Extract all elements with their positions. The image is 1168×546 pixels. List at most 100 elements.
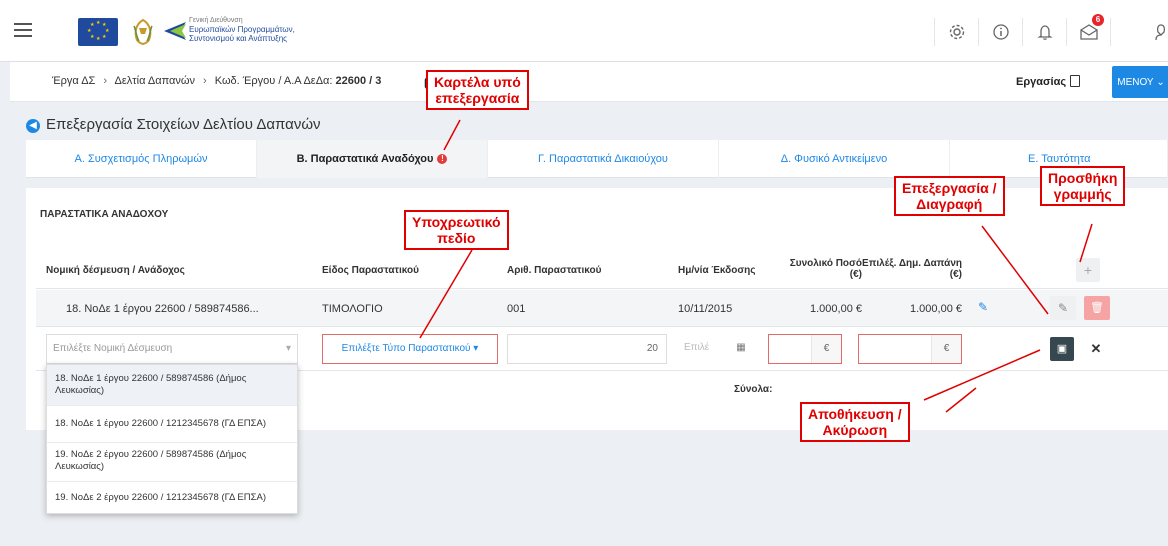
char-counter: 20 bbox=[646, 343, 658, 354]
breadcrumb-separator: › bbox=[103, 75, 108, 87]
delete-row-button[interactable]: 🗑 bbox=[1084, 296, 1110, 320]
chevron-down-icon: ▾ bbox=[285, 343, 291, 354]
issue-date-input[interactable]: Επιλέ ▦ bbox=[678, 334, 754, 364]
dropdown-option[interactable]: 19. ΝοΔε 2 έργου 22600 / 1212345678 (ΓΔ … bbox=[47, 482, 297, 514]
doc-type-select[interactable]: Επιλέξτε Τύπο Παραστατικού ▾ bbox=[322, 334, 498, 364]
settings-button[interactable] bbox=[934, 18, 978, 46]
document-icon bbox=[1070, 75, 1081, 87]
commitment-dropdown: 18. ΝοΔε 1 έργου 22600 / 589874586 (Δήμο… bbox=[46, 364, 298, 514]
logo-line-3: Συντονισμού και Ανάπτυξης bbox=[189, 34, 288, 43]
annotation-text: Αποθήκευση / bbox=[808, 406, 902, 422]
panel-title: ΠΑΡΑΣΤΑΤΙΚΑ ΑΝΑΔΟΧΟΥ bbox=[40, 209, 169, 220]
annotation-save-cancel: Αποθήκευση / Ακύρωση bbox=[800, 402, 910, 442]
menu-icon[interactable] bbox=[14, 23, 32, 37]
tab-label: Γ. Παραστατικά Δικαιούχου bbox=[538, 153, 668, 165]
total-amount-input[interactable]: € bbox=[768, 334, 842, 364]
notifications-button[interactable] bbox=[1022, 18, 1066, 46]
close-icon: ✕ bbox=[1090, 341, 1102, 356]
logo-line-1: Γενική Διεύθυνση bbox=[189, 17, 243, 24]
user-icon bbox=[1155, 24, 1166, 41]
annotation-text: Υποχρεωτικό bbox=[412, 214, 501, 230]
breadcrumb-project-code-value: 22600 / 3 bbox=[335, 75, 382, 87]
tab-contractor-documents[interactable]: Β. Παραστατικά Αναδόχου! bbox=[257, 140, 488, 178]
breadcrumb-separator: › bbox=[203, 75, 207, 87]
info-icon bbox=[992, 24, 1009, 40]
annotation-text: Προσθήκη bbox=[1048, 170, 1118, 186]
doc-type-select-placeholder: Επιλέξτε Τύπο Παραστατικού bbox=[341, 343, 471, 354]
annotation-add-row: Προσθήκη γραμμής bbox=[1040, 166, 1126, 206]
annotation-text: πεδίο bbox=[437, 230, 476, 246]
paperclip-icon[interactable]: ✎ bbox=[978, 300, 988, 314]
cancel-row-button[interactable]: ✕ bbox=[1084, 337, 1108, 361]
error-icon: ! bbox=[437, 154, 448, 164]
tab-beneficiary-documents[interactable]: Γ. Παραστατικά Δικαιούχου bbox=[488, 140, 719, 178]
edit-row-button[interactable]: ✎ bbox=[1050, 296, 1076, 320]
breadcrumb-expense-reports[interactable]: Δελτία Δαπανών bbox=[115, 75, 195, 87]
pencil-icon: ✎ bbox=[1057, 301, 1069, 315]
calendar-icon[interactable]: ▦ bbox=[728, 334, 754, 362]
gear-icon bbox=[949, 24, 964, 40]
tasks-button[interactable]: Εργασίας bbox=[1016, 75, 1081, 88]
row-issue-date: 10/11/2015 bbox=[678, 303, 733, 315]
column-header-issue-date: Ημ/νία Έκδοσης bbox=[678, 265, 756, 276]
plus-icon: + bbox=[1083, 262, 1093, 278]
row-eligible: 1.000,00 € bbox=[910, 303, 962, 315]
dropdown-option[interactable]: 19. ΝοΔε 2 έργου 22600 / 589874586 (Δήμο… bbox=[47, 443, 297, 481]
directorate-name: Γενική Διεύθυνση Ευρωπαϊκών Προγραμμάτων… bbox=[189, 16, 295, 43]
row-divider bbox=[36, 326, 1168, 327]
annotation-text: Επεξεργασία / bbox=[902, 180, 997, 196]
top-bar: ★ ★ ★ ★ ★ ★ ★ ★ Γενική Διεύθυνση Ευρωπαϊκών Π… bbox=[0, 0, 1168, 62]
dropdown-option[interactable]: 18. ΝοΔε 1 έργου 22600 / 589874586 (Δήμο… bbox=[47, 365, 297, 405]
doc-number-input[interactable]: 20 bbox=[507, 334, 667, 364]
save-row-button[interactable]: ▣ bbox=[1050, 337, 1074, 361]
annotation-text: Καρτέλα υπό bbox=[434, 74, 521, 90]
row-commitment: 18. ΝοΔε 1 έργου 22600 / 589874586... bbox=[66, 303, 259, 315]
caret-down-icon: ▾ bbox=[473, 343, 479, 354]
breadcrumb-project-code-label: Κωδ. Έργου / Α.Α ΔεΔα: bbox=[214, 75, 333, 87]
page-title-text: Επεξεργασία Στοιχείων Δελτίου Δαπανών bbox=[46, 116, 321, 133]
dropdown-option-line1: 18. ΝοΔε 1 έργου 22600 / 1212345678 (ΓΔ … bbox=[55, 418, 267, 429]
issue-date-placeholder: Επιλέ bbox=[684, 342, 710, 353]
tasks-label: Εργασίας bbox=[1016, 76, 1067, 88]
tab-physical-object[interactable]: Δ. Φυσικό Αντικείμενο bbox=[719, 140, 950, 178]
column-header-doc-type: Είδος Παραστατικού bbox=[322, 265, 419, 276]
commitment-select[interactable]: Επιλέξτε Νομική Δέσμευση ▾ bbox=[46, 334, 298, 364]
eu-flag-logo: ★ ★ ★ ★ ★ ★ ★ ★ bbox=[78, 18, 118, 46]
annotation-text: επεξεργασία bbox=[435, 90, 520, 106]
info-button[interactable] bbox=[978, 18, 1022, 46]
annotation-edit-delete: Επεξεργασία / Διαγραφή bbox=[894, 176, 1005, 216]
trash-icon: 🗑 bbox=[1090, 302, 1104, 314]
column-header-commitment: Νομική δέσμευση / Ανάδοχος bbox=[46, 265, 185, 276]
cyprus-emblem-logo bbox=[133, 18, 153, 46]
dropdown-option-line1: 18. ΝοΔε 1 έργου 22600 / 589874586 (Δήμο… bbox=[55, 373, 247, 384]
messages-badge: 6 bbox=[1092, 14, 1104, 26]
dropdown-option-line1: 19. ΝοΔε 2 έργου 22600 / 1212345678 (ΓΔ … bbox=[55, 492, 267, 503]
floppy-disk-icon: ▣ bbox=[1056, 343, 1068, 355]
tab-payment-correlation[interactable]: Α. Συσχετισμός Πληρωμών bbox=[26, 140, 257, 178]
column-header-doc-number: Αριθ. Παραστατικού bbox=[507, 265, 602, 276]
menu-button[interactable]: ΜΕΝΟΥ ⌄ bbox=[1112, 66, 1168, 98]
user-button[interactable] bbox=[1110, 18, 1168, 46]
column-header-total-unit: (€) bbox=[849, 269, 862, 280]
column-header-total-line1: Συνολικό Ποσό bbox=[789, 258, 862, 269]
breadcrumb-projects[interactable]: Έργα ΔΣ bbox=[52, 75, 95, 87]
bell-icon bbox=[1036, 25, 1053, 40]
dropdown-option-line2: Λευκωσίας) bbox=[55, 385, 105, 396]
add-row-button[interactable]: + bbox=[1076, 258, 1100, 282]
breadcrumb: Έργα ΔΣ › Δελτία Δαπανών › Κωδ. Έργου / … bbox=[52, 75, 381, 87]
column-header-eligible-unit: (€) bbox=[949, 269, 962, 280]
logo-line-2: Ευρωπαϊκών Προγραμμάτων, bbox=[189, 25, 295, 34]
dropdown-option-line1: 19. ΝοΔε 2 έργου 22600 / 589874586 (Δήμο… bbox=[55, 449, 247, 460]
back-arrow-icon[interactable]: ◀ bbox=[26, 119, 40, 133]
tab-bar: Α. Συσχετισμός Πληρωμών Β. Παραστατικά Α… bbox=[26, 140, 1168, 178]
row-doc-number: 001 bbox=[507, 303, 526, 315]
annotation-text: Διαγραφή bbox=[916, 196, 983, 212]
tab-label: Α. Συσχετισμός Πληρωμών bbox=[74, 153, 208, 165]
tab-label: Δ. Φυσικό Αντικείμενο bbox=[780, 153, 888, 165]
page-title: ◀ Επεξεργασία Στοιχείων Δελτίου Δαπανών bbox=[26, 116, 321, 133]
messages-button[interactable]: 6 bbox=[1066, 14, 1110, 46]
eligible-amount-input[interactable]: € bbox=[858, 334, 962, 364]
chevron-down-icon: ⌄ bbox=[1156, 76, 1165, 88]
dropdown-option[interactable]: 18. ΝοΔε 1 έργου 22600 / 1212345678 (ΓΔ … bbox=[47, 406, 297, 442]
annotation-text: γραμμής bbox=[1053, 186, 1112, 202]
